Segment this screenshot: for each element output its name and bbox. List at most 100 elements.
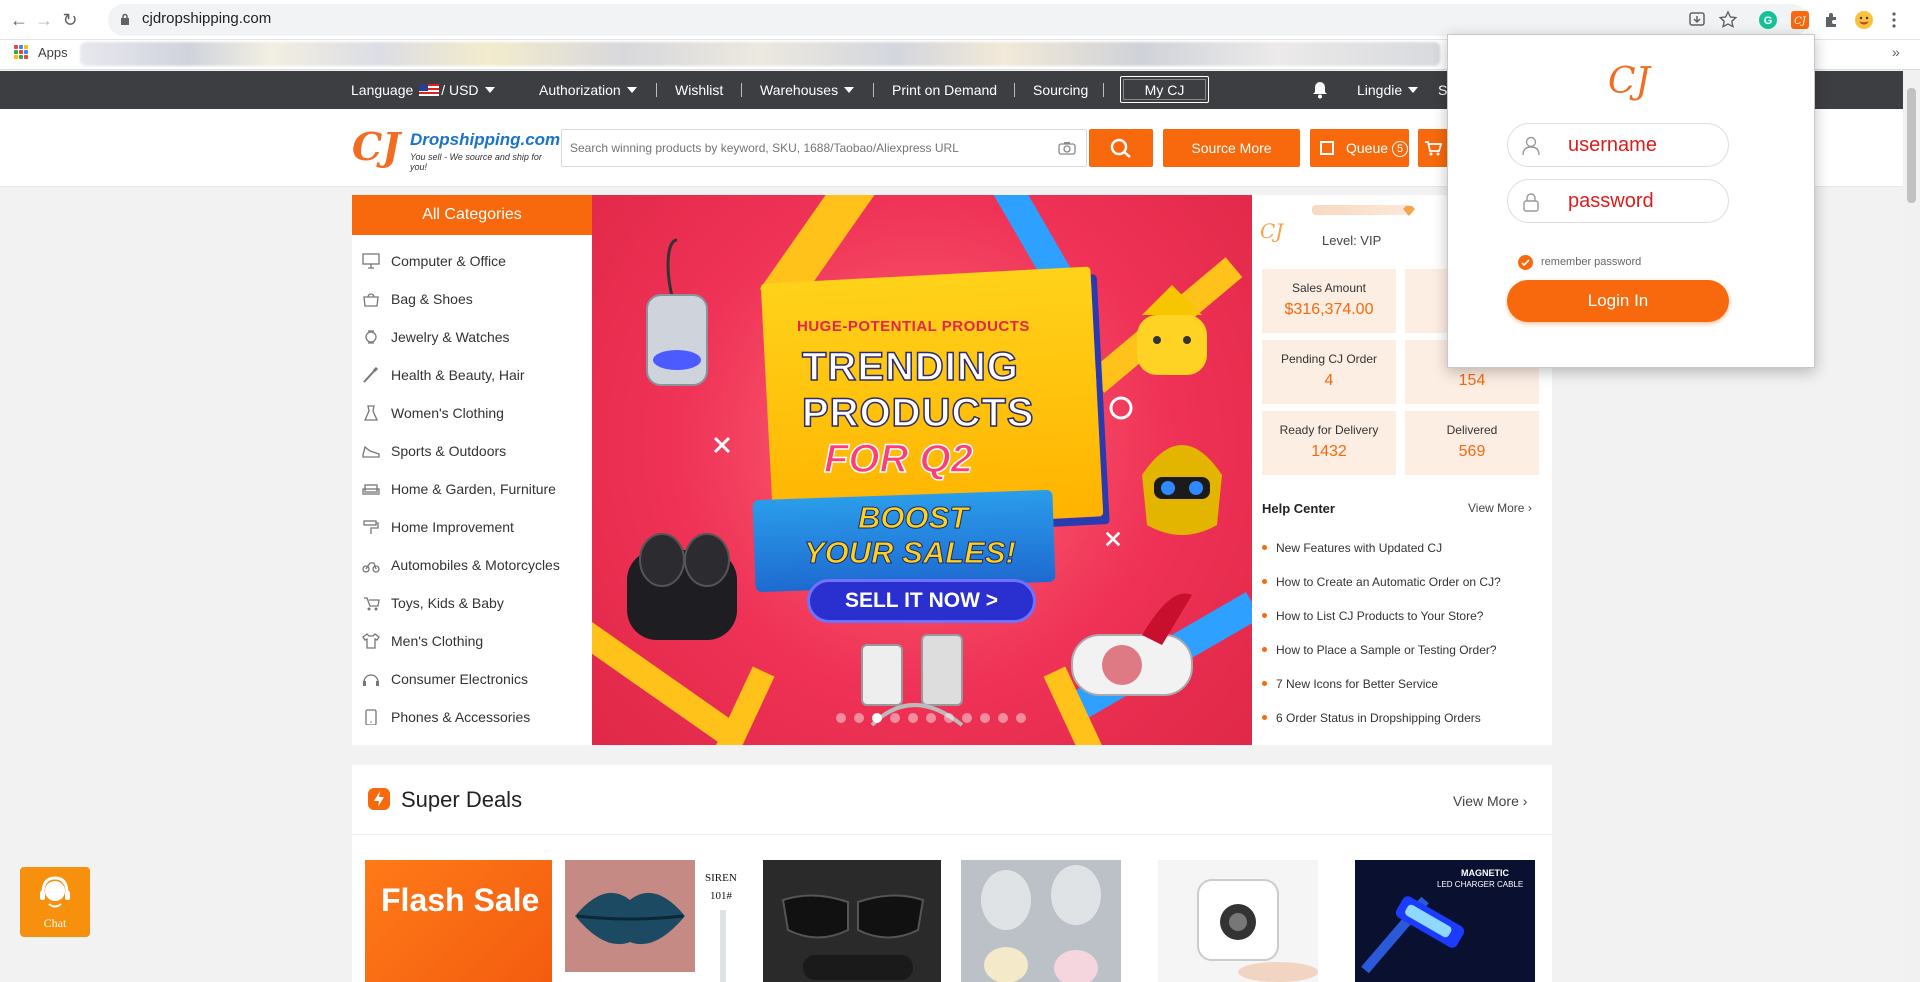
category-item[interactable]: Women's Clothing xyxy=(352,394,592,432)
category-item[interactable]: Computer & Office xyxy=(352,242,592,280)
search-input[interactable] xyxy=(570,130,1040,166)
page-scrollbar-track[interactable] xyxy=(1903,71,1920,982)
dress-icon xyxy=(363,405,379,421)
camera-icon[interactable] xyxy=(1058,141,1076,155)
category-item[interactable]: Toys, Kids & Baby xyxy=(352,584,592,622)
authorization-menu[interactable]: Authorization xyxy=(539,82,637,98)
apps-bookmark[interactable]: Apps xyxy=(38,45,68,60)
chat-button[interactable]: Chat xyxy=(20,867,90,937)
my-cj-button[interactable]: My CJ xyxy=(1120,76,1209,103)
login-button[interactable]: Login In xyxy=(1507,280,1729,322)
deals-view-more-link[interactable]: View More › xyxy=(1453,793,1527,809)
deal-product-lipstick[interactable]: SIREN 101# xyxy=(565,860,747,982)
help-article-link[interactable]: How to List CJ Products to Your Store? xyxy=(1262,609,1483,623)
help-article-link[interactable]: 6 Order Status in Dropshipping Orders xyxy=(1262,711,1481,725)
back-icon[interactable]: ← xyxy=(8,9,30,31)
grammarly-extension-icon[interactable]: G xyxy=(1758,10,1778,30)
carousel-dot[interactable] xyxy=(962,713,972,723)
nav-divider xyxy=(1103,83,1104,97)
stat-pending-cj-order[interactable]: Pending CJ Order 4 xyxy=(1262,340,1396,404)
carousel-dot[interactable] xyxy=(872,713,882,723)
promo-banner[interactable]: HUGE-POTENTIAL PRODUCTS TRENDING PRODUCT… xyxy=(592,195,1252,745)
bookmark-star-icon[interactable] xyxy=(1718,10,1738,30)
remember-checkbox[interactable] xyxy=(1518,255,1533,270)
deal-product-sunglasses[interactable] xyxy=(763,860,941,982)
carousel-dot[interactable] xyxy=(854,713,864,723)
category-item[interactable]: Men's Clothing xyxy=(352,622,592,660)
category-item[interactable]: Sports & Outdoors xyxy=(352,432,592,470)
address-bar[interactable] xyxy=(108,4,1808,36)
category-item[interactable]: Bag & Shoes xyxy=(352,280,592,318)
forward-icon[interactable]: → xyxy=(33,9,55,31)
browser-menu-icon[interactable] xyxy=(1884,10,1904,30)
deal-product-charger-cable[interactable]: MAGNETIC LED CHARGER CABLE xyxy=(1355,860,1535,982)
help-article-link[interactable]: How to Place a Sample or Testing Order? xyxy=(1262,643,1497,657)
account-avatar[interactable]: CJ xyxy=(1260,219,1283,243)
deal-product-printer[interactable] xyxy=(1158,860,1318,982)
sunglasses-product-image xyxy=(763,860,941,982)
page-scrollbar-thumb[interactable] xyxy=(1907,88,1916,203)
category-label: Bag & Shoes xyxy=(391,291,473,307)
all-categories-header[interactable]: All Categories xyxy=(352,195,592,235)
help-view-more-link[interactable]: View More › xyxy=(1468,501,1532,515)
flash-sale-card[interactable]: Flash Sale xyxy=(365,860,552,982)
logo-name: Dropshipping.com xyxy=(410,130,561,149)
help-article-link[interactable]: 7 New Icons for Better Service xyxy=(1262,677,1438,691)
apps-grid-icon[interactable] xyxy=(14,45,28,59)
sparkle-ring-icon xyxy=(1109,396,1133,420)
carousel-dot[interactable] xyxy=(1016,713,1026,723)
category-item[interactable]: Home & Garden, Furniture xyxy=(352,470,592,508)
sparkle-x-icon xyxy=(1105,531,1121,547)
category-item[interactable]: Phones & Accessories xyxy=(352,698,592,736)
queue-button[interactable]: Queue 5 xyxy=(1310,129,1409,167)
carousel-dot[interactable] xyxy=(908,713,918,723)
print-on-demand-link[interactable]: Print on Demand xyxy=(892,82,997,98)
category-item[interactable]: Health & Beauty, Hair xyxy=(352,356,592,394)
stat-ready-for-delivery[interactable]: Ready for Delivery 1432 xyxy=(1262,411,1396,475)
category-item[interactable]: Jewelry & Watches xyxy=(352,318,592,356)
cj-extension-icon[interactable]: CJ xyxy=(1790,10,1810,30)
user-menu[interactable]: Lingdie xyxy=(1357,82,1419,98)
carousel-dot[interactable] xyxy=(890,713,900,723)
profile-avatar-icon[interactable] xyxy=(1854,10,1874,30)
stat-label: Delivered xyxy=(1446,423,1498,437)
category-item[interactable]: Automobiles & Motorcycles xyxy=(352,546,592,584)
extensions-puzzle-icon[interactable] xyxy=(1822,10,1842,30)
username-input[interactable] xyxy=(1568,132,1708,158)
username-field[interactable] xyxy=(1507,123,1729,167)
language-selector[interactable]: Language / USD xyxy=(351,82,495,98)
help-article-link[interactable]: How to Create an Automatic Order on CJ? xyxy=(1262,575,1501,589)
more-bookmarks[interactable]: » xyxy=(1892,44,1900,60)
install-icon[interactable] xyxy=(1687,10,1707,30)
carousel-dot[interactable] xyxy=(944,713,954,723)
help-article-link[interactable]: New Features with Updated CJ xyxy=(1262,541,1442,555)
sourcing-link[interactable]: Sourcing xyxy=(1033,82,1088,98)
stat-sales-amount[interactable]: Sales Amount $316,374.00 xyxy=(1262,269,1396,333)
carousel-dot[interactable] xyxy=(926,713,936,723)
sell-it-now-button[interactable]: SELL IT NOW > xyxy=(807,579,1036,623)
category-item[interactable]: Home Improvement xyxy=(352,508,592,546)
wishlist-link[interactable]: Wishlist xyxy=(675,82,723,98)
carousel-dot[interactable] xyxy=(998,713,1008,723)
cj-logo[interactable]: CJ Dropshipping.com You sell - We source… xyxy=(352,124,560,172)
url-text[interactable]: cjdropshipping.com xyxy=(142,10,271,27)
nav-clipped-item[interactable]: S xyxy=(1438,82,1447,98)
password-field[interactable] xyxy=(1507,179,1729,223)
logo-mark: CJ xyxy=(352,124,401,169)
deal-product-humidifier[interactable] xyxy=(961,860,1121,982)
checkmark-icon xyxy=(1521,259,1530,267)
password-input[interactable] xyxy=(1568,188,1708,214)
category-item[interactable]: Consumer Electronics xyxy=(352,660,592,698)
carousel-dot[interactable] xyxy=(836,713,846,723)
category-label: Sports & Outdoors xyxy=(391,443,507,459)
bag-icon xyxy=(363,293,379,307)
stat-delivered[interactable]: Delivered 569 xyxy=(1405,411,1539,475)
bell-icon[interactable] xyxy=(1312,81,1328,99)
source-more-button[interactable]: Source More xyxy=(1163,129,1300,167)
remember-password-label[interactable]: remember password xyxy=(1541,256,1641,268)
search-button[interactable] xyxy=(1089,129,1153,167)
carousel-dot[interactable] xyxy=(980,713,990,723)
category-label: Home Improvement xyxy=(391,519,514,535)
warehouses-menu[interactable]: Warehouses xyxy=(760,82,855,98)
reload-icon[interactable]: ↻ xyxy=(59,9,81,31)
